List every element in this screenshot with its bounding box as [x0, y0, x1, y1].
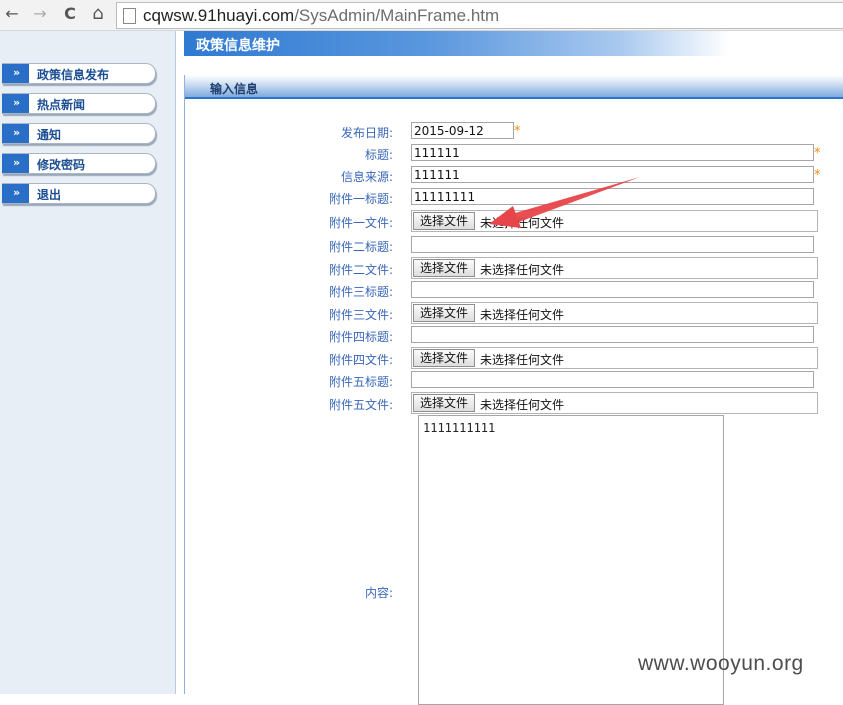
sidebar-item-label: 退出 [37, 188, 62, 202]
attachment-4-file-input[interactable]: 选择文件 未选择任何文件 [411, 347, 818, 369]
sidebar: » 政策信息发布 » 热点新闻 » 通知 » 修改密码 » 退出 [0, 31, 176, 694]
sidebar-item-label: 政策信息发布 [37, 68, 110, 82]
attachment-4-title-label: 附件四标题: [328, 330, 393, 344]
double-chevron-icon: » [2, 94, 29, 113]
attachment-5-file-label: 附件五文件: [328, 398, 393, 412]
attachment-1-file-label: 附件一文件: [328, 216, 393, 230]
double-chevron-icon: » [2, 184, 29, 203]
title-label: 标题: [364, 148, 393, 162]
title-input[interactable]: 111111 [411, 144, 814, 161]
watermark: www.wooyun.org [638, 652, 804, 675]
page-title-bar: 政策信息维护 [184, 31, 730, 56]
address-bar[interactable]: cqwsw.91huayi.com/SysAdmin/MainFrame.htm [116, 2, 843, 29]
attachment-4-title-input[interactable] [411, 326, 814, 343]
home-icon[interactable]: ⌂ [88, 4, 108, 24]
back-arrow-icon[interactable]: ← [2, 4, 22, 24]
choose-file-button[interactable]: 选择文件 [413, 304, 475, 322]
attachment-5-file-input[interactable]: 选择文件 未选择任何文件 [411, 392, 818, 414]
file-status-text: 未选择任何文件 [480, 263, 565, 277]
double-chevron-icon: » [2, 64, 29, 83]
file-status-text: 未选择任何文件 [480, 398, 565, 412]
attachment-5-title-label: 附件五标题: [328, 375, 393, 389]
panel-title: 输入信息 [210, 82, 259, 96]
sidebar-item-label: 热点新闻 [37, 98, 86, 112]
required-marker: * [814, 146, 821, 161]
sidebar-item-notice[interactable]: » 通知 [2, 123, 156, 144]
attachment-3-file-label: 附件三文件: [328, 308, 393, 322]
choose-file-button[interactable]: 选择文件 [413, 259, 475, 277]
choose-file-button[interactable]: 选择文件 [413, 349, 475, 367]
sidebar-item-policy-publish[interactable]: » 政策信息发布 [2, 63, 156, 84]
file-status-text: 未选择任何文件 [480, 353, 565, 367]
sidebar-item-logout[interactable]: » 退出 [2, 183, 156, 204]
sidebar-item-hot-news[interactable]: » 热点新闻 [2, 93, 156, 114]
reload-icon[interactable]: C [60, 4, 80, 24]
attachment-2-title-label: 附件二标题: [328, 240, 393, 254]
required-marker: * [514, 124, 521, 139]
publish-date-input[interactable]: 2015-09-12 [411, 122, 514, 139]
attachment-3-file-input[interactable]: 选择文件 未选择任何文件 [411, 302, 818, 324]
file-status-text: 未选择任何文件 [480, 216, 565, 230]
attachment-5-title-input[interactable] [411, 371, 814, 388]
forward-arrow-icon[interactable]: → [30, 4, 50, 24]
page-icon [123, 8, 136, 24]
source-input[interactable]: 111111 [411, 166, 814, 183]
browser-toolbar: ← → C ⌂ cqwsw.91huayi.com/SysAdmin/MainF… [0, 0, 843, 31]
url-host: cqwsw.91huayi.com [143, 6, 295, 25]
attachment-1-title-input[interactable]: 11111111 [411, 188, 814, 205]
attachment-4-file-label: 附件四文件: [328, 353, 393, 367]
sidebar-item-label: 通知 [37, 128, 62, 142]
double-chevron-icon: » [2, 124, 29, 143]
choose-file-button[interactable]: 选择文件 [413, 394, 475, 412]
required-marker: * [814, 168, 821, 183]
choose-file-button[interactable]: 选择文件 [413, 212, 475, 230]
source-label: 信息来源: [340, 170, 393, 184]
attachment-2-title-input[interactable] [411, 236, 814, 253]
content-label: 内容: [364, 586, 393, 600]
url-text[interactable]: cqwsw.91huayi.com/SysAdmin/MainFrame.htm [143, 5, 499, 26]
attachment-1-title-label: 附件一标题: [328, 192, 393, 206]
sidebar-item-change-password[interactable]: » 修改密码 [2, 153, 156, 174]
attachment-2-file-input[interactable]: 选择文件 未选择任何文件 [411, 257, 818, 279]
publish-date-label: 发布日期: [340, 126, 393, 140]
attachment-1-file-input[interactable]: 选择文件 未选择任何文件 [411, 210, 818, 232]
file-status-text: 未选择任何文件 [480, 308, 565, 322]
attachment-3-title-label: 附件三标题: [328, 285, 393, 299]
page-title: 政策信息维护 [196, 38, 280, 54]
attachment-3-title-input[interactable] [411, 281, 814, 298]
url-path: /SysAdmin/MainFrame.htm [294, 6, 500, 25]
panel-header: 输入信息 [185, 75, 843, 99]
sidebar-item-label: 修改密码 [37, 158, 86, 172]
attachment-2-file-label: 附件二文件: [328, 263, 393, 277]
double-chevron-icon: » [2, 154, 29, 173]
